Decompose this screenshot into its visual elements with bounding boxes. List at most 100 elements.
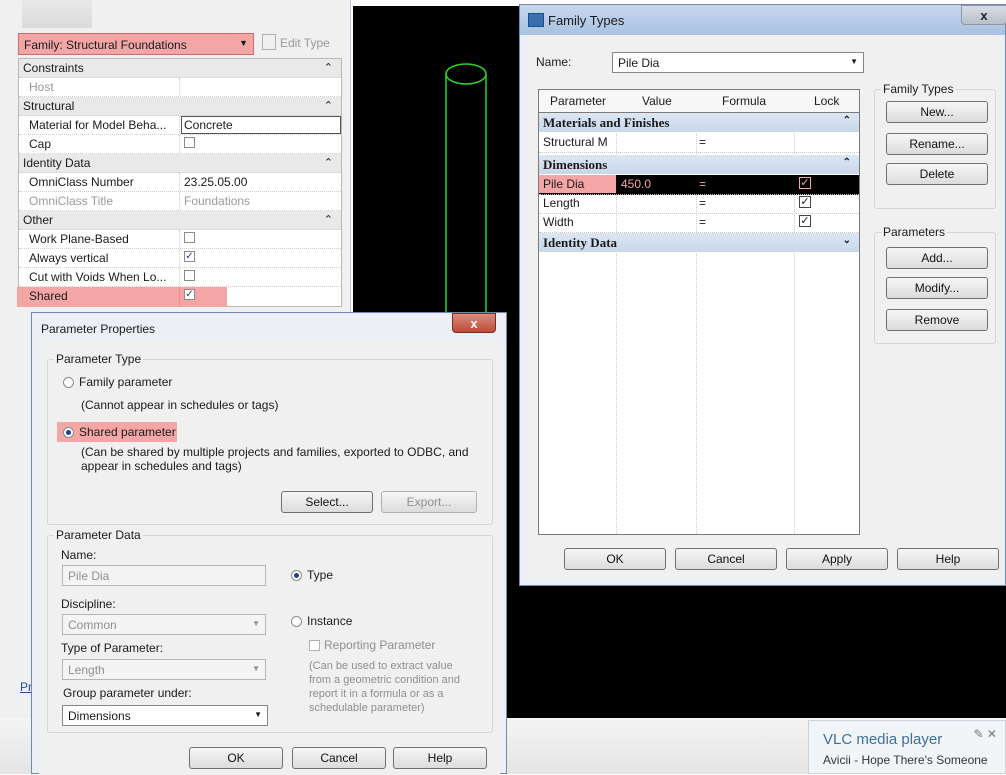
formula-cell[interactable]: = <box>699 196 706 210</box>
name-label: Name: <box>536 55 572 69</box>
family-selector[interactable]: Family: Structural Foundations ▼ <box>18 33 254 55</box>
name-label: Name: <box>61 548 97 562</box>
type-radio[interactable] <box>291 570 302 581</box>
lock-checkbox[interactable]: ✓ <box>799 196 811 208</box>
close-button[interactable]: x <box>452 313 496 333</box>
help-button[interactable]: Help <box>393 747 487 769</box>
row-cut-with-voids[interactable]: Cut with Voids When Lo... <box>19 268 341 287</box>
chevron-down-icon: ▼ <box>252 619 260 628</box>
material-value: Concrete <box>184 118 233 132</box>
parameter-properties-dialog: Parameter Properties x Parameter Type Fa… <box>31 312 507 775</box>
row-label: Material for Model Beha... <box>29 118 167 132</box>
param-name: Pile Dia <box>543 177 585 191</box>
row-material[interactable]: Material for Model Beha... Concrete <box>19 116 341 135</box>
collapse-icon[interactable]: ⌃ <box>843 157 851 168</box>
group-under-value: Dimensions <box>68 709 131 723</box>
formula-cell[interactable]: = <box>699 215 706 229</box>
name-value: Pile Dia <box>68 569 110 583</box>
group-other[interactable]: Other ⌃ <box>19 211 341 230</box>
type-of-parameter-value: Length <box>68 663 105 677</box>
pile-outline[interactable] <box>440 60 500 322</box>
type-name-select[interactable]: Pile Dia ▼ <box>612 52 864 73</box>
name-field: Pile Dia <box>62 565 266 586</box>
new-type-button[interactable]: New... <box>886 101 988 123</box>
delete-type-button[interactable]: Delete <box>886 163 988 185</box>
cancel-button[interactable]: Cancel <box>292 747 386 769</box>
shared-parameter-radio[interactable] <box>63 427 74 438</box>
collapse-icon[interactable]: ⌃ <box>324 156 333 169</box>
value-cell[interactable]: 450.0 <box>621 177 651 191</box>
family-parameter-label[interactable]: Family parameter <box>79 375 172 389</box>
group-under-label: Group parameter under: <box>63 686 192 700</box>
edit-type-button[interactable]: Edit Type <box>262 34 330 50</box>
row-omniclass-number[interactable]: OmniClass Number 23.25.05.00 <box>19 173 341 192</box>
group-identity-data[interactable]: Identity Data ⌄ <box>539 233 859 252</box>
always-vertical-checkbox[interactable]: ✓ <box>184 251 195 262</box>
family-parameter-note: (Cannot appear in schedules or tags) <box>81 398 279 412</box>
type-radio-label[interactable]: Type <box>307 568 333 582</box>
collapse-icon[interactable]: ⌃ <box>324 99 333 112</box>
add-parameter-button[interactable]: Add... <box>886 247 988 269</box>
instance-radio-label[interactable]: Instance <box>307 614 352 628</box>
row-cap[interactable]: Cap <box>19 135 341 154</box>
family-types-dialog: Family Types x Name: Pile Dia ▼ Paramete… <box>519 4 1006 586</box>
col-formula[interactable]: Formula <box>722 94 766 108</box>
select-button[interactable]: Select... <box>281 491 373 513</box>
shared-checkbox[interactable]: ✓ <box>184 289 195 300</box>
lock-checkbox[interactable]: ✓ <box>799 215 811 227</box>
modify-parameter-button[interactable]: Modify... <box>886 277 988 299</box>
lock-checkbox[interactable]: ✓ <box>799 177 811 189</box>
row-shared[interactable]: Shared ✓ <box>17 287 341 307</box>
apply-button[interactable]: Apply <box>786 548 888 570</box>
group-identity-data[interactable]: Identity Data ⌃ <box>19 154 341 173</box>
cap-checkbox[interactable] <box>184 137 195 148</box>
group-dimensions[interactable]: Dimensions ⌃ <box>539 155 859 174</box>
param-name: Structural M <box>543 135 608 149</box>
vlc-notification[interactable]: VLC media player Avicii - Hope There's S… <box>808 720 1006 774</box>
help-button[interactable]: Help <box>897 548 999 570</box>
group-label: Identity Data <box>23 156 91 170</box>
family-parameter-radio[interactable] <box>63 377 74 388</box>
row-always-vertical[interactable]: Always vertical ✓ <box>19 249 341 268</box>
col-lock[interactable]: Lock <box>814 94 839 108</box>
formula-cell[interactable]: = <box>699 177 706 191</box>
row-label: OmniClass Title <box>29 194 114 208</box>
ok-button[interactable]: OK <box>189 747 283 769</box>
cut-voids-checkbox[interactable] <box>184 270 195 281</box>
instance-radio[interactable] <box>291 616 302 627</box>
row-work-plane[interactable]: Work Plane-Based <box>19 230 341 249</box>
dialog-title: Family Types <box>548 13 625 28</box>
collapse-icon[interactable]: ⌃ <box>324 213 333 226</box>
table-row[interactable]: Width = ✓ <box>539 213 859 233</box>
group-label: Other <box>23 213 54 227</box>
export-button: Export... <box>381 491 477 513</box>
rename-type-button[interactable]: Rename... <box>886 133 988 155</box>
remove-parameter-button[interactable]: Remove <box>886 309 988 331</box>
group-materials[interactable]: Materials and Finishes ⌃ <box>539 113 859 132</box>
col-value[interactable]: Value <box>642 94 672 108</box>
col-parameter[interactable]: Parameter <box>550 94 606 108</box>
cancel-button[interactable]: Cancel <box>675 548 777 570</box>
group-under-select[interactable]: Dimensions ▼ <box>62 705 268 726</box>
work-plane-checkbox[interactable] <box>184 232 195 243</box>
row-label: Work Plane-Based <box>29 232 129 246</box>
expand-icon[interactable]: ⌄ <box>843 235 851 246</box>
group-constraints[interactable]: Constraints ⌃ <box>19 59 341 78</box>
formula-cell[interactable]: = <box>699 135 706 149</box>
vlc-controls-icon[interactable]: ✎ ✕ <box>974 727 997 741</box>
reporting-parameter-checkbox <box>309 640 320 651</box>
shared-parameter-note: appear in schedules and tags) <box>81 459 242 473</box>
shared-parameter-label[interactable]: Shared parameter <box>79 425 176 439</box>
family-selector-label: Family: Structural Foundations <box>24 38 187 52</box>
row-label: Always vertical <box>29 251 109 265</box>
ok-button[interactable]: OK <box>564 548 666 570</box>
table-row[interactable]: Structural M = <box>539 133 859 153</box>
type-thumbnail <box>22 0 92 28</box>
collapse-icon[interactable]: ⌃ <box>843 115 851 126</box>
edit-type-label: Edit Type <box>280 36 330 50</box>
table-row[interactable]: Length = ✓ <box>539 194 859 214</box>
group-structural[interactable]: Structural ⌃ <box>19 97 341 116</box>
collapse-icon[interactable]: ⌃ <box>324 61 333 74</box>
close-button[interactable]: x <box>961 5 1006 25</box>
table-row-selected[interactable]: Pile Dia 450.0 = ✓ <box>539 175 859 195</box>
